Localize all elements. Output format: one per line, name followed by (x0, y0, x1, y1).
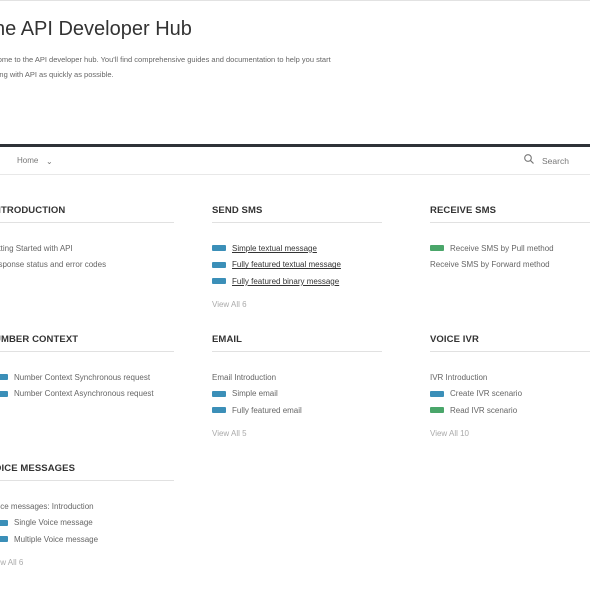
section-title: NTRODUCTION (0, 205, 174, 223)
list-item[interactable]: Create IVR scenario (430, 386, 590, 403)
post-badge-icon (0, 519, 8, 526)
section-title: RECEIVE SMS (430, 205, 590, 223)
post-badge-icon (212, 278, 226, 285)
list-item[interactable]: Email Introduction (212, 369, 382, 386)
post-badge-icon (0, 374, 8, 381)
list-item[interactable]: Single Voice message (0, 515, 174, 532)
list-item[interactable]: Multiple Voice message (0, 531, 174, 548)
section-introduction: NTRODUCTION etting Started with API espo… (0, 205, 174, 273)
list-item[interactable]: etting Started with API (0, 240, 174, 257)
post-badge-icon (0, 390, 8, 397)
chevron-down-icon[interactable]: ⌄ (46, 157, 53, 166)
section-email: EMAIL Email Introduction Simple email Fu… (212, 334, 382, 438)
section-send-sms: SEND SMS Simple textual message Fully fe… (212, 205, 382, 309)
hero-banner: he API Developer Hub come to the API dev… (0, 0, 590, 146)
list-item[interactable]: Simple textual message (212, 240, 382, 257)
hero-description: come to the API developer hub. You'll fi… (0, 52, 414, 82)
get-badge-icon (430, 245, 444, 252)
list-item[interactable]: Receive SMS by Forward method (430, 257, 590, 274)
section-title: SEND SMS (212, 205, 382, 223)
list-item[interactable]: Simple email (212, 386, 382, 403)
search-icon[interactable] (523, 153, 535, 165)
hero-description-line-2: king with API as quickly as possible. (0, 70, 114, 79)
section-title: UMBER CONTEXT (0, 334, 174, 352)
list-item[interactable]: Fully featured binary message (212, 273, 382, 290)
post-badge-icon (212, 407, 226, 414)
section-number-context: UMBER CONTEXT Number Context Synchronous… (0, 334, 174, 402)
page-title: he API Developer Hub (0, 18, 192, 40)
list-item[interactable]: Read IVR scenario (430, 402, 590, 419)
list-item[interactable]: Number Context Synchronous request (0, 369, 174, 386)
view-all-link[interactable]: View All 5 (212, 429, 382, 438)
section-title: OICE MESSAGES (0, 463, 174, 481)
list-item[interactable]: Fully featured email (212, 402, 382, 419)
section-title: VOICE IVR (430, 334, 590, 352)
section-title: EMAIL (212, 334, 382, 352)
hero-description-line-1: come to the API developer hub. You'll fi… (0, 55, 331, 64)
list-item[interactable]: Number Context Asynchronous request (0, 386, 174, 403)
navbar: Home ⌄ Search (0, 144, 590, 175)
list-item[interactable]: Receive SMS by Pull method (430, 240, 590, 257)
list-item[interactable]: IVR Introduction (430, 369, 590, 386)
section-voice-ivr: VOICE IVR IVR Introduction Create IVR sc… (430, 334, 590, 438)
post-badge-icon (212, 390, 226, 397)
section-voice-messages: OICE MESSAGES oice messages: Introductio… (0, 463, 174, 567)
list-item[interactable]: Fully featured textual message (212, 257, 382, 274)
post-badge-icon (430, 390, 444, 397)
view-all-link[interactable]: View All 10 (430, 429, 590, 438)
search-link[interactable]: Search (542, 156, 569, 166)
section-receive-sms: RECEIVE SMS Receive SMS by Pull method R… (430, 205, 590, 273)
list-item[interactable]: oice messages: Introduction (0, 498, 174, 515)
nav-home-link[interactable]: Home (17, 156, 38, 165)
post-badge-icon (212, 261, 226, 268)
post-badge-icon (212, 245, 226, 252)
list-item[interactable]: esponse status and error codes (0, 257, 174, 274)
view-all-link[interactable]: iew All 6 (0, 558, 174, 567)
get-badge-icon (430, 407, 444, 414)
view-all-link[interactable]: View All 6 (212, 300, 382, 309)
post-badge-icon (0, 536, 8, 543)
